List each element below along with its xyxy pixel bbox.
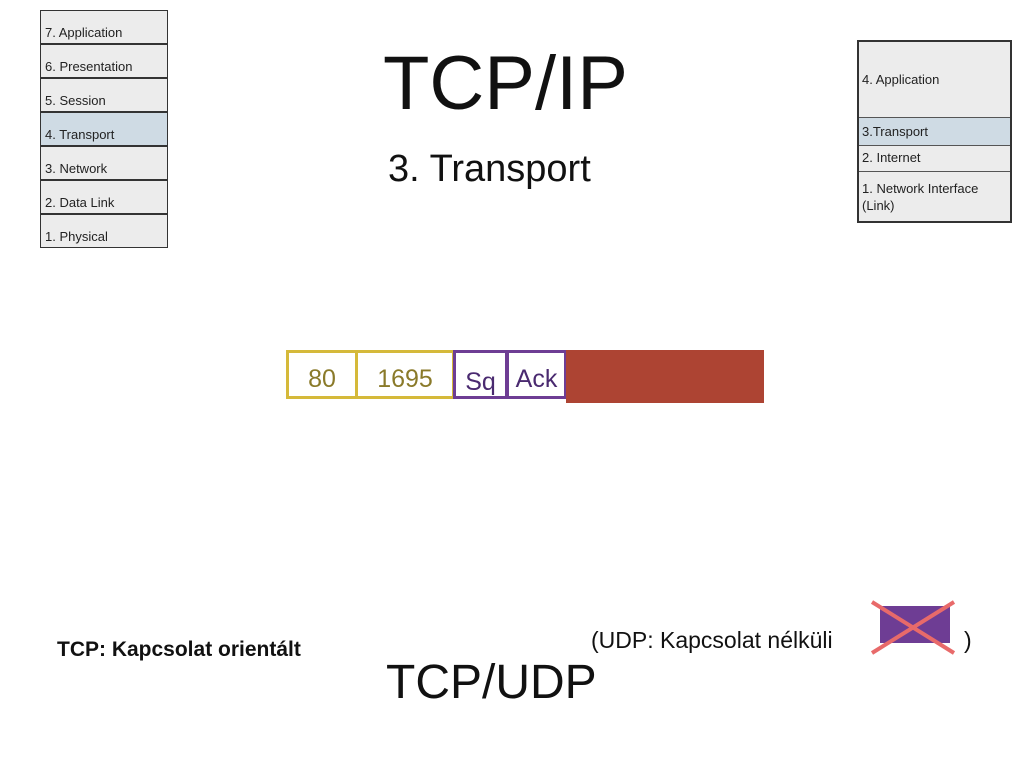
label: 5. Session — [45, 93, 106, 108]
osi-layer-presentation: 6. Presentation — [40, 44, 168, 78]
osi-layer-transport: 4. Transport — [40, 112, 168, 146]
label: 4. Transport — [45, 127, 115, 142]
slide-title: TCP/IP — [383, 41, 628, 126]
osi-layer-datalink: 2. Data Link — [40, 180, 168, 214]
tcp-note: TCP: Kapcsolat orientált — [57, 638, 301, 661]
tcpip-stack: 4. Application 3.Transport 2. Internet 1… — [857, 40, 1012, 223]
label: 1. Physical — [45, 229, 108, 244]
slide-subtitle: 3. Transport — [388, 148, 591, 190]
label: 1. Network Interface (Link) — [862, 181, 979, 213]
payload-block — [566, 350, 764, 403]
label: 2. Data Link — [45, 195, 115, 210]
tcpip-layer-application: 4. Application — [859, 42, 1010, 116]
tcpip-layer-transport: 3.Transport — [859, 117, 1010, 145]
label: 7. Application — [45, 25, 123, 40]
crossed-out-connection-icon — [870, 600, 956, 655]
tcpip-layer-network-interface: 1. Network Interface (Link) — [859, 171, 1010, 222]
udp-close-paren: ) — [964, 627, 972, 653]
label: 2. Internet — [862, 150, 921, 165]
destination-port: 1695 — [355, 350, 455, 399]
osi-layer-network: 3. Network — [40, 146, 168, 180]
label: 4. Application — [862, 72, 940, 87]
protocols-label: TCP/UDP — [386, 656, 597, 709]
sequence-number: Sq — [453, 350, 508, 399]
osi-layer-session: 5. Session — [40, 78, 168, 112]
osi-layer-application: 7. Application — [40, 10, 168, 44]
label: 3.Transport — [862, 124, 928, 139]
label: 6. Presentation — [45, 59, 133, 74]
udp-note: (UDP: Kapcsolat nélküli — [591, 627, 833, 653]
osi-layer-physical: 1. Physical — [40, 214, 168, 248]
tcpip-layer-internet: 2. Internet — [859, 145, 1010, 171]
label: 3. Network — [45, 161, 108, 176]
ack-number: Ack — [506, 350, 567, 399]
source-port: 80 — [286, 350, 358, 399]
